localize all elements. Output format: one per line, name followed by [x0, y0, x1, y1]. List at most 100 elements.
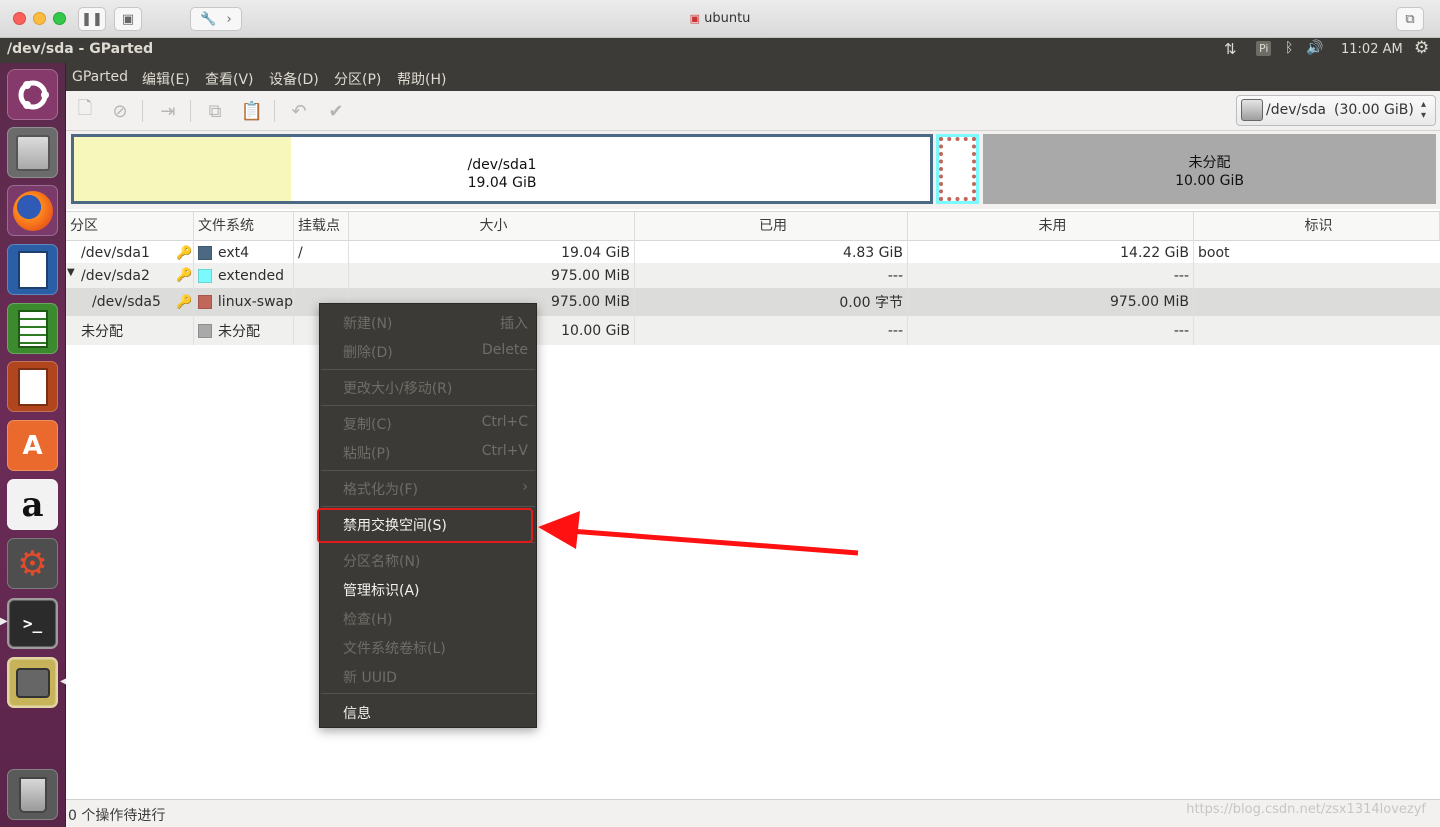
- app-window-title: /dev/sda - GParted: [7, 41, 154, 57]
- launcher-firefox[interactable]: [7, 185, 58, 236]
- row-size: 10.00 GiB: [561, 322, 630, 339]
- disk-map-sda5[interactable]: [939, 137, 976, 201]
- unallocated-map-size: 10.00 GiB: [1175, 173, 1244, 189]
- launcher-system-settings[interactable]: ⚙: [7, 538, 58, 589]
- harddisk-icon: [1241, 99, 1263, 121]
- column-filesystem[interactable]: 文件系统: [194, 212, 294, 240]
- launcher-gparted[interactable]: [7, 657, 58, 708]
- undo-icon[interactable]: ↶: [288, 100, 310, 122]
- launcher-calc[interactable]: [7, 303, 58, 354]
- row-partition: /dev/sda2: [81, 267, 150, 284]
- table-header: 分区 文件系统 挂载点 大小 已用 未用 标识: [66, 211, 1440, 241]
- paste-icon[interactable]: 📋: [241, 100, 263, 122]
- menu-paste[interactable]: 粘贴(P) Ctrl+V: [320, 439, 536, 465]
- launcher-amazon[interactable]: a: [7, 479, 58, 530]
- fullscreen-button[interactable]: ⧉: [1396, 7, 1424, 31]
- menu-gparted[interactable]: GParted: [72, 69, 128, 85]
- vm-icon: ▣: [689, 12, 700, 25]
- ubuntu-logo-icon: [18, 80, 49, 109]
- resize-move-icon[interactable]: ⇥: [157, 100, 179, 122]
- input-method-indicator[interactable]: Pi: [1256, 41, 1272, 56]
- system-gear-icon[interactable]: ⚙: [1414, 38, 1429, 58]
- ubuntu-dash-button[interactable]: [7, 69, 58, 120]
- launcher-files[interactable]: [7, 127, 58, 178]
- launcher-writer[interactable]: [7, 244, 58, 295]
- pending-operations-text: 0 个操作待进行: [68, 808, 166, 824]
- writer-document-icon: [17, 250, 48, 289]
- lock-key-icon: 🔑: [176, 294, 193, 310]
- apply-check-icon[interactable]: ✔: [325, 100, 347, 122]
- row-unused: ---: [1173, 267, 1189, 284]
- shopping-bag-icon: A: [22, 430, 43, 461]
- window-title: ▣ ubuntu: [689, 11, 751, 26]
- menu-partition[interactable]: 分区(P): [334, 69, 381, 89]
- disk-map-sda2[interactable]: [936, 134, 979, 204]
- menu-view[interactable]: 查看(V): [205, 69, 254, 89]
- toolbar: 🗋 ⊘ ⇥ ⧉ 📋 ↶ ✔: [66, 91, 1440, 131]
- menu-partition-name[interactable]: 分区名称(N): [320, 547, 536, 573]
- row-used: ---: [887, 322, 903, 339]
- new-partition-icon[interactable]: 🗋: [74, 98, 96, 122]
- column-partition[interactable]: 分区: [66, 212, 194, 240]
- partition-table: 分区 文件系统 挂载点 大小 已用 未用 标识 /dev/sda1 🔑 ext4 …: [66, 209, 1440, 799]
- watermark: https://blog.csdn.net/zsx1314lovezyf: [1186, 802, 1426, 817]
- menu-format-as[interactable]: 格式化为(F) ›: [320, 475, 536, 501]
- unallocated-color-swatch: [198, 323, 212, 338]
- menu-resize-move[interactable]: 更改大小/移动(R): [320, 374, 536, 400]
- menu-check[interactable]: 检查(H): [320, 605, 536, 631]
- launcher-terminal[interactable]: >_: [7, 598, 58, 649]
- menu-separator: [321, 405, 535, 406]
- disk-graphic: /dev/sda1 19.04 GiB 未分配 10.00 GiB: [66, 131, 1440, 209]
- copy-icon[interactable]: ⧉: [204, 100, 226, 122]
- running-app-arrow-icon: ▶: [0, 616, 8, 627]
- menu-edit[interactable]: 编辑(E): [142, 69, 190, 89]
- menu-manage-flags[interactable]: 管理标识(A): [320, 576, 536, 602]
- device-selector[interactable]: /dev/sda (30.00 GiB) ▴ ▾: [1236, 95, 1436, 126]
- calc-spreadsheet-icon: [17, 309, 48, 348]
- statusbar: 0 个操作待进行 https://blog.csdn.net/zsx1314lo…: [66, 799, 1440, 827]
- sda1-map-size: 19.04 GiB: [467, 175, 537, 191]
- column-used[interactable]: 已用: [635, 212, 908, 240]
- column-size[interactable]: 大小: [349, 212, 635, 240]
- row-size: 975.00 MiB: [550, 267, 630, 284]
- annotation-highlight-box: [317, 508, 533, 543]
- launcher-software-center[interactable]: A: [7, 420, 58, 471]
- row-size: 19.04 GiB: [561, 245, 630, 261]
- bluetooth-icon[interactable]: ᛒ: [1285, 40, 1293, 56]
- trash-icon: [18, 776, 47, 813]
- menu-fs-label[interactable]: 文件系统卷标(L): [320, 634, 536, 660]
- sda1-map-name: /dev/sda1: [467, 157, 537, 173]
- disk-map-sda1[interactable]: /dev/sda1 19.04 GiB: [71, 134, 933, 204]
- menu-new[interactable]: 新建(N) 插入: [320, 309, 536, 335]
- column-mountpoint[interactable]: 挂载点: [294, 212, 349, 240]
- volume-icon[interactable]: 🔊: [1306, 40, 1323, 56]
- menu-delete[interactable]: 删除(D) Delete: [320, 338, 536, 364]
- row-partition: 未分配: [81, 323, 123, 340]
- disk-map-unallocated[interactable]: 未分配 10.00 GiB: [983, 134, 1436, 204]
- extended-color-swatch: [198, 268, 212, 283]
- launcher-impress[interactable]: [7, 361, 58, 412]
- ext4-color-swatch: [198, 246, 212, 260]
- column-flags[interactable]: 标识: [1194, 212, 1440, 240]
- menu-information[interactable]: 信息: [320, 699, 536, 725]
- menu-copy[interactable]: 复制(C) Ctrl+C: [320, 410, 536, 436]
- table-row-sda5[interactable]: /dev/sda5 🔑 linux-swap 975.00 MiB 0.00 字节…: [66, 288, 1440, 316]
- row-filesystem: ext4: [218, 245, 250, 261]
- menu-device[interactable]: 设备(D): [269, 69, 319, 89]
- delete-partition-icon[interactable]: ⊘: [109, 100, 131, 122]
- column-unused[interactable]: 未用: [908, 212, 1194, 240]
- row-used: 4.83 GiB: [843, 245, 903, 261]
- table-row-sda2[interactable]: ▼ /dev/sda2 🔑 extended 975.00 MiB --- ---: [66, 263, 1440, 288]
- ubuntu-top-panel: /dev/sda - GParted ⇅ Pi ᛒ 🔊 11:02 AM ⚙: [0, 38, 1440, 63]
- toolbar-separator: [190, 100, 191, 122]
- settings-wrench-icon: ⚙: [17, 543, 48, 584]
- row-partition: /dev/sda5: [92, 294, 161, 310]
- launcher-trash[interactable]: [7, 769, 58, 820]
- clock[interactable]: 11:02 AM: [1341, 42, 1403, 57]
- table-row-unallocated[interactable]: 未分配 未分配 10.00 GiB --- ---: [66, 316, 1440, 345]
- amazon-icon: a: [21, 484, 44, 525]
- file-cabinet-icon: [15, 134, 50, 171]
- network-icon[interactable]: ⇅: [1224, 40, 1237, 58]
- menu-help[interactable]: 帮助(H): [397, 69, 446, 89]
- menu-new-uuid[interactable]: 新 UUID: [320, 663, 536, 689]
